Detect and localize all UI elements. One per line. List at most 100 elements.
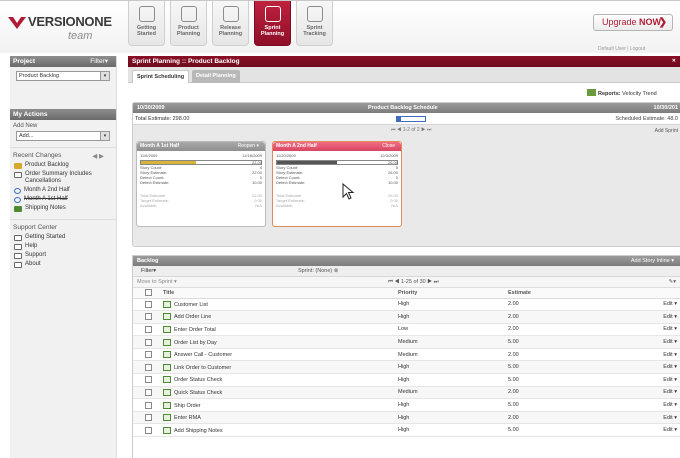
recent-nav-arrows[interactable]: ◀ ▶ bbox=[92, 152, 104, 160]
support-getting-started[interactable]: Getting Started bbox=[10, 233, 116, 242]
tab-product-planning[interactable]: Product Planning bbox=[170, 1, 207, 46]
tab-sprint-planning[interactable]: Sprint Planning bbox=[254, 1, 291, 46]
project-filter-button[interactable]: Filter▾ bbox=[90, 56, 108, 67]
schedule-progress-bar[interactable] bbox=[396, 116, 426, 122]
support-help[interactable]: Help bbox=[10, 242, 116, 251]
edit-dropdown-button[interactable]: Edit ▾ bbox=[618, 348, 680, 362]
story-title-cell[interactable]: Order Status Check bbox=[163, 373, 398, 387]
close-sprint-button[interactable]: Close bbox=[382, 142, 395, 151]
story-title-cell[interactable]: Enter RMA bbox=[163, 411, 398, 425]
sprint-filter-chip[interactable]: Sprint: (None) ⊗ bbox=[298, 266, 338, 277]
sprint-card-header[interactable]: Month A 2nd Half Close bbox=[273, 142, 401, 151]
story-icon bbox=[14, 205, 22, 212]
versionone-logo[interactable]: VERSIONONE team bbox=[8, 11, 118, 43]
recent-item-month-a-2nd-half[interactable]: Month A 2nd Half bbox=[10, 186, 116, 195]
table-row[interactable]: Enter Order Total Low 2.00 Edit ▾ bbox=[133, 323, 680, 337]
close-icon[interactable]: ✕ bbox=[672, 56, 676, 67]
table-row[interactable]: Link Order to Customer High 5.00 Edit ▾ bbox=[133, 360, 680, 375]
row-checkbox[interactable] bbox=[145, 414, 152, 422]
column-estimate[interactable]: Estimate bbox=[508, 288, 618, 299]
story-title-cell[interactable]: Quick Status Check bbox=[163, 386, 398, 400]
story-title-cell[interactable]: Enter Order Total bbox=[163, 323, 398, 337]
table-row[interactable]: Add Order Line High 2.00 Edit ▾ bbox=[133, 310, 680, 324]
row-checkbox[interactable] bbox=[145, 363, 152, 371]
column-title[interactable]: Title bbox=[163, 288, 398, 299]
add-sprint-button[interactable]: Add Sprint bbox=[655, 128, 678, 134]
column-priority[interactable]: Priority bbox=[398, 288, 508, 299]
add-new-select[interactable]: Add... ▾ bbox=[16, 131, 110, 141]
edit-dropdown-button[interactable]: Edit ▾ bbox=[618, 373, 680, 387]
priority-cell: Low bbox=[398, 323, 508, 337]
filter-button[interactable]: Filter▾ bbox=[141, 268, 156, 274]
table-row[interactable]: Answer Call - Customer Medium 2.00 Edit ▾ bbox=[133, 348, 680, 362]
row-checkbox[interactable] bbox=[145, 401, 152, 409]
row-checkbox[interactable] bbox=[145, 426, 152, 434]
row-checkbox[interactable] bbox=[145, 325, 152, 333]
edit-dropdown-button[interactable]: Edit ▾ bbox=[618, 360, 680, 375]
edit-dropdown-button[interactable]: Edit ▾ bbox=[618, 310, 680, 324]
row-checkbox[interactable] bbox=[145, 376, 152, 384]
sprint-card[interactable]: Month A 1st Half Reopen ▾ 11/6/2009 11/18… bbox=[136, 141, 266, 227]
table-row[interactable]: Add Shipping Notes High 5.00 Edit ▾ bbox=[133, 423, 680, 438]
support-support[interactable]: Support bbox=[10, 251, 116, 260]
story-title-cell[interactable]: Add Order Line bbox=[163, 310, 398, 324]
tools-icon[interactable]: ✎▾ bbox=[669, 277, 676, 288]
table-row[interactable]: Order Status Check High 5.00 Edit ▾ bbox=[133, 373, 680, 387]
sprint-card-selected[interactable]: Month A 2nd Half Close 11/20/2009 12/3/20… bbox=[272, 141, 402, 227]
story-title-cell[interactable]: Customer List bbox=[163, 298, 398, 312]
edit-dropdown-button[interactable]: Edit ▾ bbox=[618, 386, 680, 400]
support-about[interactable]: About bbox=[10, 260, 116, 269]
sprint-pager[interactable]: ⏮ ◀ 1-2 of 2 ▶ ⏭ bbox=[391, 127, 431, 133]
edit-dropdown-button[interactable]: Edit ▾ bbox=[618, 298, 680, 312]
story-title-cell[interactable]: Order List by Day bbox=[163, 335, 398, 349]
edit-dropdown-button[interactable]: Edit ▾ bbox=[618, 398, 680, 412]
select-all-checkbox[interactable] bbox=[145, 289, 152, 297]
story-title-cell[interactable]: Add Shipping Notes bbox=[163, 423, 398, 438]
tab-label: Release Planning bbox=[218, 25, 243, 37]
reopen-dropdown[interactable]: Reopen ▾ bbox=[238, 142, 259, 151]
recent-item-product-backlog[interactable]: Product Backlog bbox=[10, 161, 116, 170]
tab-sprint-scheduling[interactable]: Sprint Scheduling bbox=[132, 70, 190, 83]
reports-link[interactable]: Reports: Velocity Trend bbox=[587, 89, 657, 97]
recent-item-order-summary[interactable]: Order Summary Includes Cancellations bbox=[10, 170, 116, 186]
backlog-table: Title Priority Estimate Customer List Hig… bbox=[133, 288, 680, 438]
upgrade-now-button[interactable]: Upgrade NOW ❯ bbox=[593, 14, 673, 31]
table-row[interactable]: Order List by Day Medium 5.00 Edit ▾ bbox=[133, 335, 680, 349]
edit-dropdown-button[interactable]: Edit ▾ bbox=[618, 423, 680, 438]
tab-getting-started[interactable]: Getting Started bbox=[128, 1, 165, 46]
edit-dropdown-button[interactable]: Edit ▾ bbox=[618, 323, 680, 337]
sprint-title: Month A 2nd Half bbox=[276, 143, 317, 149]
backlog-pager[interactable]: ⏮ ◀ 1-25 of 30 ▶ ⏭ bbox=[388, 277, 439, 288]
sprint-card-header[interactable]: Month A 1st Half Reopen ▾ bbox=[137, 142, 265, 151]
tab-label: Product Planning bbox=[176, 25, 201, 37]
add-story-inline-button[interactable]: Add Story Inline ▾ bbox=[631, 256, 674, 266]
sidebar: Project Filter▾ Product Backlog ▾ My Act… bbox=[10, 56, 117, 458]
tab-detail-planning[interactable]: Detail Planning bbox=[192, 70, 240, 83]
story-title-cell[interactable]: Link Order to Customer bbox=[163, 360, 398, 375]
estimate-cell: 2.00 bbox=[508, 411, 618, 425]
row-checkbox[interactable] bbox=[145, 338, 152, 346]
row-checkbox[interactable] bbox=[145, 300, 152, 308]
table-row[interactable]: Enter RMA High 2.00 Edit ▾ bbox=[133, 411, 680, 425]
row-checkbox[interactable] bbox=[145, 313, 152, 321]
edit-dropdown-button[interactable]: Edit ▾ bbox=[618, 411, 680, 425]
home-icon bbox=[138, 6, 155, 22]
row-checkbox[interactable] bbox=[145, 351, 152, 359]
user-links[interactable]: Default User | Logout bbox=[598, 46, 645, 52]
edit-dropdown-button[interactable]: Edit ▾ bbox=[618, 335, 680, 349]
schedule-header: 10/30/2009 Product Backlog Schedule 10/3… bbox=[133, 103, 680, 113]
table-row[interactable]: Customer List High 2.00 Edit ▾ bbox=[133, 298, 680, 312]
recent-item-month-a-1st-half[interactable]: Month A 1st Half bbox=[10, 195, 116, 204]
help-icon bbox=[14, 243, 22, 250]
row-checkbox[interactable] bbox=[145, 388, 152, 396]
table-row[interactable]: Quick Status Check Medium 2.00 Edit ▾ bbox=[133, 386, 680, 400]
move-to-sprint-button[interactable]: Move to Sprint ▾ bbox=[137, 279, 177, 285]
story-title-cell[interactable]: Answer Call - Customer bbox=[163, 348, 398, 362]
tab-release-planning[interactable]: Release Planning bbox=[212, 1, 249, 46]
recent-item-shipping-notes[interactable]: Shipping Notes bbox=[10, 204, 116, 213]
project-select[interactable]: Product Backlog ▾ bbox=[16, 71, 110, 81]
table-row[interactable]: Ship Order High 5.00 Edit ▾ bbox=[133, 398, 680, 412]
story-title-cell[interactable]: Ship Order bbox=[163, 398, 398, 412]
recent-changes-title: Recent Changes ◀ ▶ bbox=[10, 147, 116, 161]
tab-sprint-tracking[interactable]: Sprint Tracking bbox=[296, 1, 333, 46]
